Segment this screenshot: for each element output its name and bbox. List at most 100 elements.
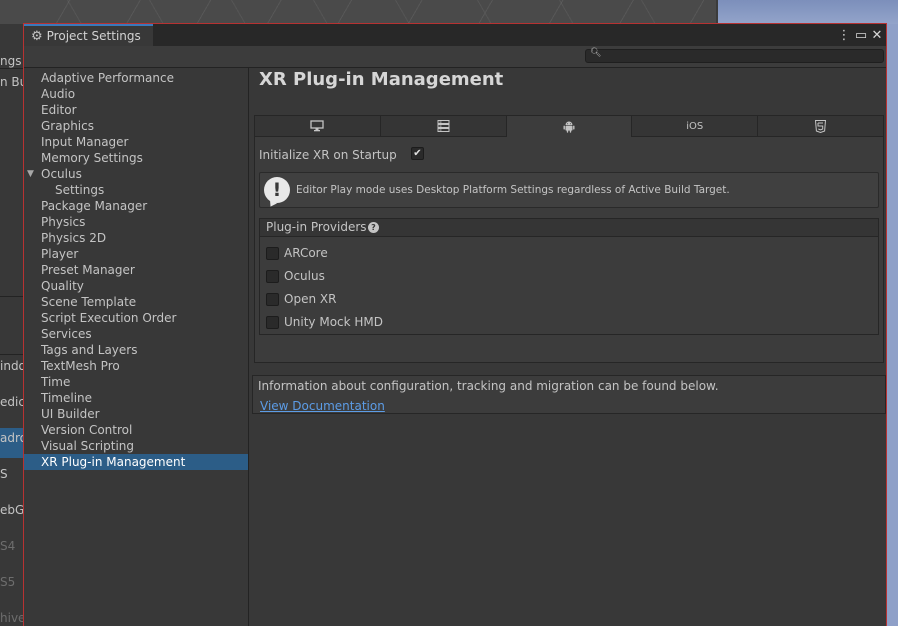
info-box: Information about configuration, trackin…	[252, 375, 886, 414]
provider-oculus[interactable]: Oculus	[266, 268, 325, 284]
provider-open-xr[interactable]: Open XR	[266, 291, 336, 307]
sidebar-item-label: Scene Template	[41, 295, 137, 309]
provider-checkbox[interactable]	[266, 269, 279, 283]
tab-dedicated-server[interactable]	[380, 116, 507, 137]
android-icon	[563, 121, 575, 133]
sidebar-item-tags-and-layers[interactable]: Tags and Layers	[41, 342, 137, 358]
tab-desktop[interactable]	[255, 116, 381, 137]
platform-tabs: iOS	[255, 116, 883, 137]
sidebar-item-label: Physics 2D	[41, 231, 107, 245]
sidebar-item-label: Graphics	[41, 119, 94, 133]
view-documentation-link[interactable]: View Documentation	[260, 399, 385, 413]
background-label[interactable]: S	[0, 467, 8, 481]
project-settings-window: ⚙ Project Settings ⋮ ▭ ✕ 🔍︎ Adaptive Per…	[23, 23, 887, 626]
sidebar-item-time[interactable]: Time	[41, 374, 70, 390]
background-build-settings-panel: ngs n Bui indo edica adro S ebG S4 S5 hi…	[0, 24, 24, 626]
provider-arcore[interactable]: ARCore	[266, 245, 328, 261]
sidebar-item-settings[interactable]: Settings	[55, 182, 104, 198]
initialize-xr-row: Initialize XR on Startup	[259, 147, 397, 163]
background-label[interactable]: hive	[0, 611, 24, 625]
close-icon[interactable]: ✕	[870, 26, 884, 44]
plugin-providers-header: Plug-in Providers ?	[260, 219, 878, 237]
provider-checkbox[interactable]	[266, 292, 279, 306]
plugin-providers-title: Plug-in Providers	[266, 220, 367, 234]
sidebar-item-label: Version Control	[41, 423, 133, 437]
sidebar-item-physics[interactable]: Physics	[41, 214, 85, 230]
sidebar-item-label: XR Plug-in Management	[41, 455, 186, 469]
expand-arrow-icon[interactable]: ▼	[27, 166, 34, 182]
sidebar-item-label: Script Execution Order	[41, 311, 177, 325]
sidebar-item-label: Editor	[41, 103, 77, 117]
sidebar-item-label: Physics	[41, 215, 86, 229]
sidebar-item-quality[interactable]: Quality	[41, 278, 84, 294]
help-icon[interactable]: ?	[368, 222, 379, 233]
search-field[interactable]: 🔍︎	[585, 48, 884, 63]
provider-checkbox[interactable]	[266, 246, 279, 260]
sidebar-item-label: Audio	[41, 87, 76, 101]
tab-webgl[interactable]	[758, 116, 883, 137]
background-label[interactable]: S5	[0, 575, 15, 589]
sidebar-item-label: Player	[41, 247, 79, 261]
tab-android[interactable]	[506, 116, 633, 137]
provider-label: Unity Mock HMD	[284, 315, 384, 329]
maximize-icon[interactable]: ▭	[854, 26, 868, 44]
settings-content: XR Plug-in Management iOS Initialize XR …	[249, 68, 886, 626]
sidebar-item-visual-scripting[interactable]: Visual Scripting	[41, 438, 134, 454]
background-label[interactable]: adro	[0, 431, 24, 445]
search-icon: 🔍︎	[590, 48, 602, 58]
background-label: n Bui	[0, 75, 24, 89]
game-view-sky	[718, 0, 898, 24]
provider-unity-mock-hmd[interactable]: Unity Mock HMD	[266, 314, 383, 330]
sidebar-item-package-manager[interactable]: Package Manager	[41, 198, 147, 214]
sidebar-item-services[interactable]: Services	[41, 326, 92, 342]
sidebar-item-player[interactable]: Player	[41, 246, 78, 262]
sidebar-item-script-execution-order[interactable]: Script Execution Order	[41, 310, 176, 326]
platform-settings-panel: iOS Initialize XR on Startup ✔ ! Editor …	[254, 115, 884, 363]
window-tab[interactable]: ⚙ Project Settings	[24, 24, 153, 46]
sidebar-item-label: Services	[41, 327, 92, 341]
settings-sidebar: Adaptive Performance Audio Editor Graphics I…	[24, 68, 249, 626]
initialize-xr-checkbox[interactable]: ✔	[411, 147, 424, 160]
provider-label: Open XR	[284, 292, 337, 306]
toolbar: 🔍︎	[24, 46, 886, 68]
tab-ios[interactable]: iOS	[632, 116, 759, 137]
sidebar-item-preset-manager[interactable]: Preset Manager	[41, 262, 135, 278]
sidebar-item-version-control[interactable]: Version Control	[41, 422, 132, 438]
sidebar-item-audio[interactable]: Audio	[41, 86, 75, 102]
sidebar-item-oculus[interactable]: ▼ Oculus	[27, 166, 82, 182]
background-label[interactable]: S4	[0, 539, 15, 553]
sidebar-item-xr-plug-in-management[interactable]: XR Plug-in Management	[24, 454, 248, 470]
sidebar-item-label: Input Manager	[41, 135, 129, 149]
initialize-xr-label: Initialize XR on Startup	[259, 148, 397, 162]
sidebar-item-textmesh-pro[interactable]: TextMesh Pro	[41, 358, 120, 374]
divider	[0, 354, 24, 355]
sidebar-item-input-manager[interactable]: Input Manager	[41, 134, 129, 150]
sidebar-item-label: Quality	[41, 279, 84, 293]
background-label[interactable]: ebG	[0, 503, 24, 517]
divider	[0, 68, 24, 69]
background-label[interactable]: edica	[0, 395, 24, 409]
sidebar-item-label: Memory Settings	[41, 151, 143, 165]
sidebar-item-graphics[interactable]: Graphics	[41, 118, 94, 134]
provider-label: Oculus	[284, 269, 325, 283]
gear-icon: ⚙	[31, 28, 43, 44]
sidebar-item-timeline[interactable]: Timeline	[41, 390, 92, 406]
sidebar-item-physics-2d[interactable]: Physics 2D	[41, 230, 106, 246]
sidebar-item-label: Settings	[55, 183, 105, 197]
background-label[interactable]: indo	[0, 359, 24, 373]
divider	[0, 296, 24, 297]
window-titlebar[interactable]: ⚙ Project Settings ⋮ ▭ ✕	[24, 24, 886, 46]
help-box-text: Editor Play mode uses Desktop Platform S…	[296, 184, 730, 196]
sidebar-item-label: Tags and Layers	[41, 343, 138, 357]
server-icon	[437, 120, 450, 132]
background-label: ngs	[0, 54, 22, 68]
page-title: XR Plug-in Management	[259, 69, 504, 90]
sidebar-item-ui-builder[interactable]: UI Builder	[41, 406, 100, 422]
sidebar-item-adaptive-performance[interactable]: Adaptive Performance	[41, 70, 174, 86]
window-title: Project Settings	[46, 29, 141, 43]
provider-checkbox[interactable]	[266, 315, 279, 329]
sidebar-item-editor[interactable]: Editor	[41, 102, 77, 118]
sidebar-item-memory-settings[interactable]: Memory Settings	[41, 150, 143, 166]
more-menu-icon[interactable]: ⋮	[838, 26, 851, 44]
sidebar-item-scene-template[interactable]: Scene Template	[41, 294, 136, 310]
